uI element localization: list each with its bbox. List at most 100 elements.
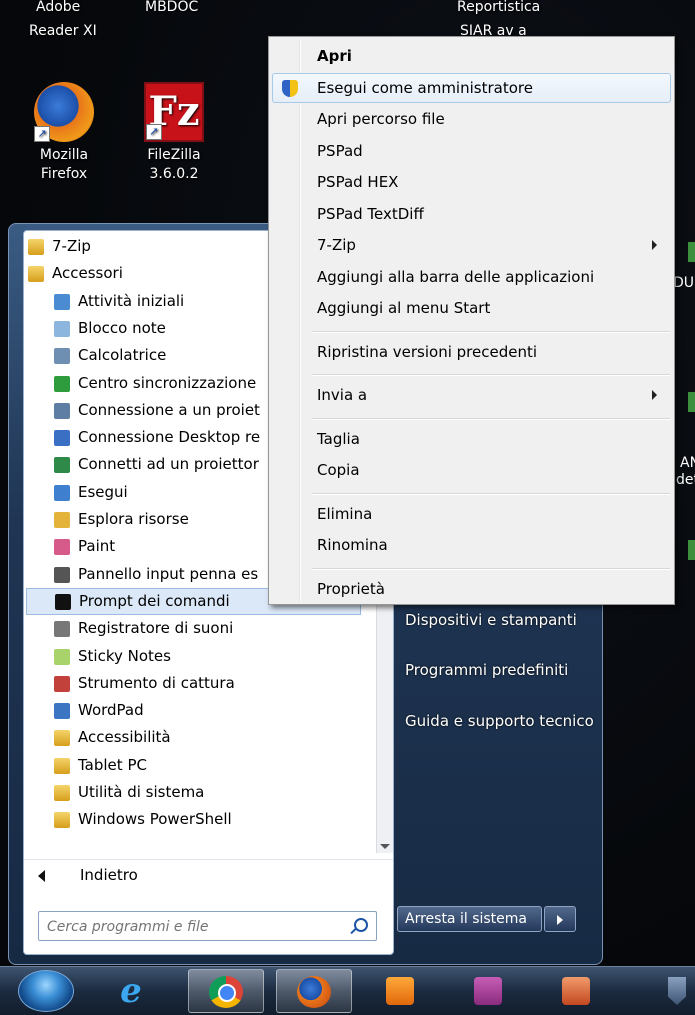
context-menu: Apri Esegui come amministratore Apri perco… — [268, 36, 675, 605]
desktop-icon-firefox[interactable]: ↗ Mozilla Firefox — [14, 82, 114, 184]
context-menu-item[interactable]: PSPad TextDiff — [272, 199, 671, 229]
context-menu-separator — [312, 567, 670, 570]
desktop-icon-label: Mozilla — [39, 147, 89, 163]
program-label: Sticky Notes — [78, 647, 171, 665]
context-menu-item[interactable]: PSPad HEX — [272, 167, 671, 197]
internet-explorer-icon: e — [120, 971, 142, 1011]
program-label: WordPad — [78, 701, 144, 719]
context-menu-item-label: 7-Zip — [317, 236, 356, 254]
back-arrow-icon — [38, 870, 45, 882]
program-label: Calcolatrice — [78, 346, 167, 364]
context-menu-item[interactable]: Proprietà — [272, 574, 671, 604]
context-menu-item[interactable]: Ripristina versioni precedenti — [272, 337, 671, 367]
program-label: Windows PowerShell — [78, 810, 232, 828]
calculator-icon — [54, 347, 70, 364]
context-menu-item[interactable]: Aggiungi alla barra delle applicazioni — [272, 262, 671, 292]
program-item[interactable]: WordPad — [54, 697, 364, 724]
desktop-label-fragment[interactable]: det — [676, 472, 695, 488]
context-menu-item[interactable]: Apri — [272, 41, 671, 71]
shutdown-options-button[interactable] — [544, 906, 576, 932]
program-item[interactable]: Tablet PC — [54, 752, 364, 779]
folder-icon — [54, 729, 70, 746]
desktop-label-adobe[interactable]: Adobe — [36, 0, 80, 16]
program-label: Esegui — [78, 483, 128, 501]
context-menu-item[interactable]: Elimina — [272, 499, 671, 529]
desktop-label-mbdoc[interactable]: MBDOC — [145, 0, 198, 16]
program-item[interactable]: Accessibilità — [54, 724, 364, 751]
taskbar-media-player[interactable] — [364, 969, 440, 1013]
context-menu-item-label: PSPad HEX — [317, 173, 399, 191]
program-item[interactable]: Sticky Notes — [54, 643, 364, 670]
shortcut-arrow-icon: ↗ — [146, 124, 162, 140]
uac-shield-icon — [282, 79, 298, 97]
program-label: Attività iniziali — [78, 292, 185, 310]
context-menu-item-label: Elimina — [317, 504, 373, 523]
context-menu-item[interactable]: 7-Zip — [272, 230, 671, 260]
context-menu-separator — [312, 374, 670, 376]
shutdown-button[interactable]: Arresta il sistema — [397, 906, 542, 932]
taskbar-chrome[interactable] — [188, 969, 264, 1013]
explorer-icon — [54, 511, 70, 528]
taskbar-keepass[interactable] — [452, 969, 528, 1013]
program-label: Esplora risorse — [78, 510, 189, 528]
program-item[interactable]: Windows PowerShell — [54, 806, 364, 833]
taskbar-internet-explorer[interactable]: e — [94, 969, 170, 1013]
back-label: Indietro — [80, 866, 138, 884]
chrome-icon — [209, 976, 243, 1008]
context-menu-item-label: Proprietà — [317, 579, 385, 598]
desktop-icon-label: Firefox — [40, 166, 88, 182]
program-label: Utilità di sistema — [78, 783, 205, 801]
folder-icon — [28, 238, 44, 255]
context-menu-item[interactable]: Taglia — [272, 424, 671, 454]
desktop-label-fragment[interactable]: AN — [680, 455, 695, 471]
keepass-icon — [474, 977, 502, 1005]
desktop-label-fragment[interactable]: DU — [673, 275, 694, 291]
context-menu-separator — [312, 417, 670, 420]
taskbar-firefox[interactable] — [276, 969, 352, 1013]
program-item[interactable]: Strumento di cattura — [54, 670, 364, 697]
pen-input-icon — [54, 566, 70, 583]
program-item[interactable]: Registratore di suoni — [54, 615, 364, 642]
context-menu-item[interactable]: Apri percorso file — [272, 104, 671, 134]
programs-scrollbar[interactable] — [376, 597, 393, 853]
context-menu-item[interactable]: Rinomina — [272, 530, 671, 560]
context-menu-item-label: Ripristina versioni precedenti — [317, 342, 538, 361]
taskbar-powerpoint[interactable] — [540, 969, 616, 1013]
context-menu-item-label: PSPad — [317, 141, 363, 160]
default-programs-link[interactable]: Programmi predefiniti — [405, 660, 568, 680]
wordpad-icon — [54, 702, 70, 719]
back-button[interactable]: Indietro — [24, 859, 393, 890]
search-input[interactable] — [45, 916, 339, 938]
powerpoint-icon — [562, 977, 590, 1005]
desktop-icon-fragment[interactable] — [688, 540, 695, 560]
program-item[interactable]: Utilità di sistema — [54, 779, 364, 806]
connect-projector-icon — [54, 456, 70, 473]
context-menu-item[interactable]: Copia — [272, 455, 671, 485]
folder-icon — [28, 265, 44, 282]
desktop-icon-fragment[interactable] — [688, 242, 695, 262]
cmd-icon — [55, 593, 71, 610]
context-menu-item[interactable]: Invia a — [272, 380, 671, 410]
search-icon[interactable] — [354, 918, 368, 932]
program-label: Connetti ad un proiettor — [78, 455, 259, 473]
context-menu-item[interactable]: PSPad — [272, 136, 671, 166]
desktop-label-reader[interactable]: Reader XI — [29, 22, 97, 40]
context-menu-item-label: Rinomina — [317, 536, 388, 554]
sync-center-icon — [54, 375, 70, 392]
folder-icon — [54, 811, 70, 828]
search-box[interactable] — [38, 911, 377, 941]
scroll-down-icon[interactable] — [380, 844, 390, 849]
start-button[interactable] — [18, 970, 74, 1012]
context-menu-item[interactable]: Esegui come amministratore — [272, 72, 671, 103]
context-menu-item[interactable]: Aggiungi al menu Start — [272, 293, 671, 323]
devices-printers-link[interactable]: Dispositivi e stampanti — [405, 610, 577, 630]
action-center-flag-icon[interactable] — [668, 977, 686, 1005]
desktop-icon-filezilla[interactable]: Fz ↗ FileZilla 3.6.0.2 — [124, 82, 224, 184]
program-label: 7-Zip — [52, 237, 91, 255]
desktop-label-reportistica[interactable]: Reportistica — [457, 0, 540, 16]
run-icon — [54, 484, 70, 501]
submenu-arrow-icon — [652, 240, 657, 250]
desktop-icon-fragment[interactable] — [688, 392, 695, 412]
media-player-icon — [386, 977, 414, 1005]
help-support-link[interactable]: Guida e supporto tecnico — [405, 711, 594, 731]
